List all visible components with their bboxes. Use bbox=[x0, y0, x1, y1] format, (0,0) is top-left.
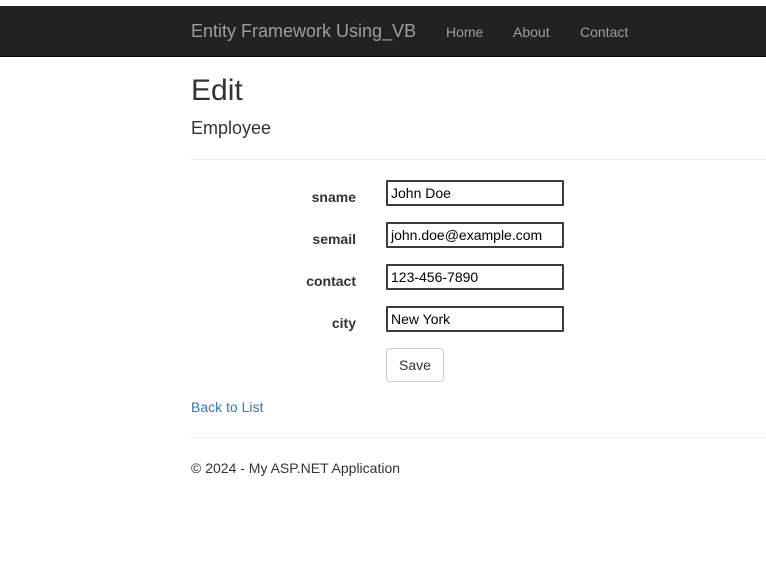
semail-label: semail bbox=[312, 231, 356, 247]
sname-label: sname bbox=[311, 189, 356, 205]
page-subtitle: Employee bbox=[191, 118, 272, 138]
semail-input[interactable] bbox=[386, 222, 564, 248]
nav-home-link[interactable]: Home bbox=[446, 23, 483, 41]
navbar: Entity Framework Using_VB Home About Con… bbox=[0, 6, 766, 57]
back-to-list-link[interactable]: Back to List bbox=[191, 398, 263, 416]
contact-label: contact bbox=[306, 273, 356, 289]
nav-about-link[interactable]: About bbox=[513, 23, 550, 41]
city-input[interactable] bbox=[386, 306, 564, 332]
city-label: city bbox=[331, 315, 356, 331]
page-title: Edit bbox=[191, 74, 243, 107]
sname-input[interactable] bbox=[386, 180, 564, 206]
footer-copyright: © 2024 - My ASP.NET Application bbox=[191, 460, 401, 476]
nav-contact-link[interactable]: Contact bbox=[580, 23, 628, 41]
footer-divider bbox=[191, 437, 766, 438]
divider bbox=[191, 159, 766, 160]
contact-input[interactable] bbox=[386, 264, 564, 290]
brand-link[interactable]: Entity Framework Using_VB bbox=[191, 20, 416, 42]
save-button[interactable]: Save bbox=[386, 348, 444, 382]
